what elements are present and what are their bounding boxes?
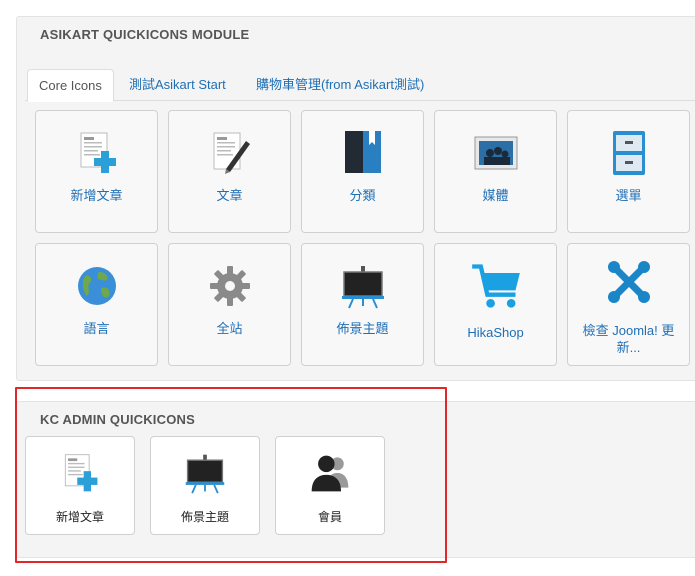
module-title: ASIKART QUICKICONS MODULE bbox=[40, 27, 250, 42]
tab-bar: Core Icons 測試Asikart Start 購物車管理(from As… bbox=[25, 69, 695, 102]
kc-quickicon-template[interactable]: 佈景主題 bbox=[150, 436, 260, 535]
kc-quickicon-label: 新增文章 bbox=[55, 510, 104, 524]
quickicon-label: 文章 bbox=[216, 188, 243, 203]
kc-quickicon-add-article[interactable]: 新增文章 bbox=[25, 436, 135, 535]
quickicon-article[interactable]: 文章 bbox=[168, 110, 291, 233]
kc-admin-quickicons-module: KC ADMIN QUICKICONS 新增文章 佈景主題 會員 bbox=[16, 401, 695, 558]
quickicon-category[interactable]: 分類 bbox=[301, 110, 424, 233]
quickicon-hikashop[interactable]: HikaShop bbox=[434, 243, 557, 366]
tab-core-icons[interactable]: Core Icons bbox=[27, 69, 114, 102]
quickicon-menu[interactable]: 選單 bbox=[567, 110, 690, 233]
quickicon-global-config[interactable]: 全站 bbox=[168, 243, 291, 366]
add-article-icon bbox=[64, 454, 98, 492]
global-gear-icon bbox=[209, 266, 250, 306]
template-board-icon bbox=[185, 454, 225, 494]
media-image-icon bbox=[474, 136, 517, 170]
asikart-quickicons-module: ASIKART QUICKICONS MODULE Core Icons 測試A… bbox=[16, 16, 695, 381]
quickicon-label: 分類 bbox=[349, 188, 376, 203]
quickicon-label: 全站 bbox=[216, 321, 243, 336]
menu-cabinet-icon bbox=[612, 131, 645, 175]
quickicon-label: 選單 bbox=[615, 188, 642, 203]
users-icon bbox=[311, 455, 349, 492]
quickicon-media[interactable]: 媒體 bbox=[434, 110, 557, 233]
quickicon-label: 新增文章 bbox=[70, 188, 123, 203]
quickicon-label: 媒體 bbox=[482, 188, 509, 203]
category-book-icon bbox=[344, 131, 381, 173]
joomla-update-icon bbox=[607, 261, 650, 303]
shopping-cart-icon bbox=[471, 264, 520, 308]
quickicon-language[interactable]: 語言 bbox=[35, 243, 158, 366]
quickicon-add-article[interactable]: 新增文章 bbox=[35, 110, 158, 233]
quickicon-label: 語言 bbox=[83, 321, 110, 336]
tab-asikart-start[interactable]: 測試Asikart Start bbox=[129, 69, 226, 101]
language-globe-icon bbox=[77, 267, 116, 305]
quickicon-template[interactable]: 佈景主題 bbox=[301, 243, 424, 366]
quickicon-label: 檢查 Joomla! 更新... bbox=[582, 323, 675, 355]
quickicon-joomla-update[interactable]: 檢查 Joomla! 更新... bbox=[567, 243, 690, 366]
kc-quickicon-users[interactable]: 會員 bbox=[275, 436, 385, 535]
kc-quickicon-label: 佈景主題 bbox=[180, 510, 229, 524]
template-board-icon bbox=[341, 266, 384, 309]
module-title: KC ADMIN QUICKICONS bbox=[40, 412, 195, 427]
quickicon-label: HikaShop bbox=[467, 325, 524, 340]
article-edit-icon bbox=[213, 132, 250, 174]
add-article-icon bbox=[80, 132, 116, 173]
tab-cart-management[interactable]: 購物車管理(from Asikart測試) bbox=[256, 69, 424, 101]
quickicon-label: 佈景主題 bbox=[336, 321, 389, 336]
kc-quickicon-label: 會員 bbox=[317, 510, 342, 524]
